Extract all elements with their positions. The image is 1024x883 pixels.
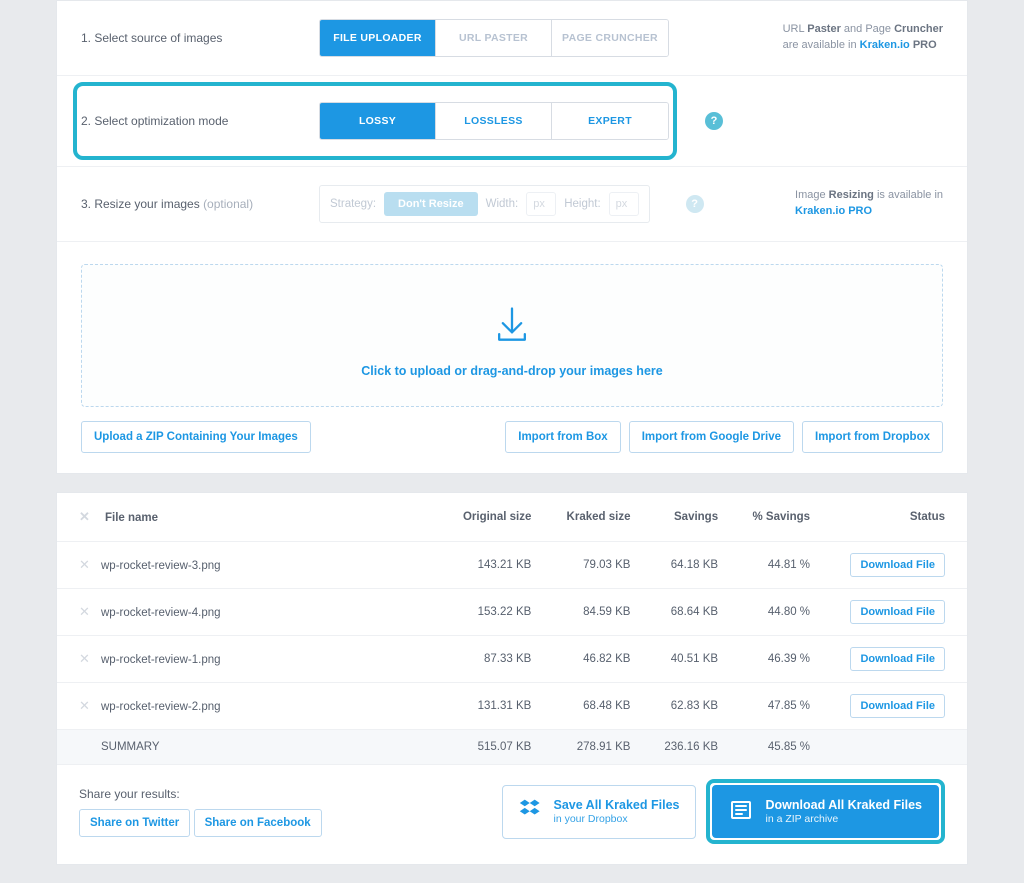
results-card: ✕ File name Original size Kraked size Sav… [56, 492, 968, 865]
th-savings: Savings [642, 493, 730, 542]
save-dropbox-sub: in your Dropbox [553, 813, 679, 825]
download-all-button[interactable]: Download All Kraked Files in a ZIP archi… [712, 785, 939, 838]
summary-save: 236.16 KB [642, 730, 730, 765]
pro-link[interactable]: Kraken.io PRO [860, 39, 937, 51]
step-3-note: Image Resizing is available in Kraken.io… [795, 188, 943, 220]
cell-kraked: 46.82 KB [543, 636, 642, 683]
th-kraked: Kraked size [543, 493, 642, 542]
cell-save: 40.51 KB [642, 636, 730, 683]
table-row: ✕ wp-rocket-review-4.png 153.22 KB 84.59 … [57, 589, 967, 636]
share-label: Share your results: [79, 787, 318, 801]
th-original: Original size [439, 493, 543, 542]
tab-lossy[interactable]: LOSSY [320, 103, 436, 139]
step-1-row: 1. Select source of images FILE UPLOADER… [57, 1, 967, 76]
width-label: Width: [486, 198, 519, 210]
share-twitter-button[interactable]: Share on Twitter [79, 809, 190, 837]
tab-url-paster[interactable]: URL PASTER [436, 20, 552, 56]
th-status: Status [822, 493, 967, 542]
remove-row-icon[interactable]: ✕ [79, 604, 93, 620]
cell-save: 68.64 KB [642, 589, 730, 636]
mode-tabs: LOSSY LOSSLESS EXPERT [319, 102, 669, 140]
step-2-row: 2. Select optimization mode LOSSY LOSSLE… [57, 76, 967, 167]
cell-kraked: 79.03 KB [543, 542, 642, 589]
remove-row-icon[interactable]: ✕ [79, 651, 93, 667]
th-filename: File name [105, 512, 158, 524]
import-gdrive-button[interactable]: Import from Google Drive [629, 421, 794, 453]
import-button-row: Upload a ZIP Containing Your Images Impo… [57, 421, 967, 473]
share-facebook-button[interactable]: Share on Facebook [194, 809, 322, 837]
table-row: ✕ wp-rocket-review-1.png 87.33 KB 46.82 K… [57, 636, 967, 683]
cell-pct: 47.85 % [730, 683, 822, 730]
download-file-button[interactable]: Download File [850, 600, 945, 624]
cell-save: 62.83 KB [642, 683, 730, 730]
tab-page-cruncher[interactable]: PAGE CRUNCHER [552, 20, 668, 56]
resize-controls: Strategy: Don't Resize Width: px Height:… [319, 185, 650, 223]
share-row: Share your results: Share on Twitter Sha… [57, 765, 967, 864]
height-label: Height: [564, 198, 600, 210]
cell-pct: 44.80 % [730, 589, 822, 636]
cell-kraked: 68.48 KB [543, 683, 642, 730]
remove-row-icon[interactable]: ✕ [79, 698, 93, 714]
tab-lossless[interactable]: LOSSLESS [436, 103, 552, 139]
download-file-button[interactable]: Download File [850, 553, 945, 577]
cell-filename: wp-rocket-review-2.png [101, 701, 221, 713]
download-arrow-icon [82, 303, 942, 350]
tab-file-uploader[interactable]: FILE UPLOADER [320, 20, 436, 56]
upload-dropzone[interactable]: Click to upload or drag-and-drop your im… [81, 264, 943, 407]
zip-archive-icon [729, 798, 753, 825]
download-highlight: Download All Kraked Files in a ZIP archi… [706, 779, 945, 844]
save-dropbox-title: Save All Kraked Files [553, 798, 679, 813]
table-row: ✕ wp-rocket-review-2.png 131.31 KB 68.48 … [57, 683, 967, 730]
results-table: ✕ File name Original size Kraked size Sav… [57, 493, 967, 765]
upload-zip-button[interactable]: Upload a ZIP Containing Your Images [81, 421, 311, 453]
width-input[interactable]: px [526, 192, 556, 216]
cell-filename: wp-rocket-review-3.png [101, 560, 221, 572]
strategy-label: Strategy: [330, 198, 376, 210]
step-1-label: 1. Select source of images [81, 31, 301, 45]
cell-kraked: 84.59 KB [543, 589, 642, 636]
clear-all-icon[interactable]: ✕ [79, 509, 97, 525]
summary-kraked: 278.91 KB [543, 730, 642, 765]
dropbox-icon [519, 798, 541, 826]
help-icon[interactable]: ? [705, 112, 723, 130]
save-dropbox-button[interactable]: Save All Kraked Files in your Dropbox [502, 785, 696, 839]
summary-pct: 45.85 % [730, 730, 822, 765]
table-row: ✕ wp-rocket-review-3.png 143.21 KB 79.03 … [57, 542, 967, 589]
dropzone-text: Click to upload or drag-and-drop your im… [82, 364, 942, 378]
tab-expert[interactable]: EXPERT [552, 103, 668, 139]
cell-orig: 153.22 KB [439, 589, 543, 636]
share-block: Share your results: Share on Twitter Sha… [79, 787, 322, 837]
cell-filename: wp-rocket-review-4.png [101, 607, 221, 619]
import-box-button[interactable]: Import from Box [505, 421, 620, 453]
step-1-note: URL Paster and Page Cruncher are availab… [783, 22, 943, 54]
summary-row: SUMMARY 515.07 KB 278.91 KB 236.16 KB 45… [57, 730, 967, 765]
summary-label: SUMMARY [57, 730, 439, 765]
cell-orig: 143.21 KB [439, 542, 543, 589]
strategy-value[interactable]: Don't Resize [384, 192, 478, 216]
cell-orig: 87.33 KB [439, 636, 543, 683]
cell-filename: wp-rocket-review-1.png [101, 654, 221, 666]
help-icon[interactable]: ? [686, 195, 704, 213]
remove-row-icon[interactable]: ✕ [79, 557, 93, 573]
download-file-button[interactable]: Download File [850, 694, 945, 718]
summary-orig: 515.07 KB [439, 730, 543, 765]
cell-orig: 131.31 KB [439, 683, 543, 730]
step-2-label: 2. Select optimization mode [81, 114, 301, 128]
download-file-button[interactable]: Download File [850, 647, 945, 671]
pro-link[interactable]: Kraken.io PRO [795, 205, 872, 217]
import-dropbox-button[interactable]: Import from Dropbox [802, 421, 943, 453]
height-input[interactable]: px [609, 192, 639, 216]
cell-pct: 44.81 % [730, 542, 822, 589]
cell-pct: 46.39 % [730, 636, 822, 683]
th-pct: % Savings [730, 493, 822, 542]
step-3-row: 3. Resize your images (optional) Strateg… [57, 167, 967, 242]
download-all-sub: in a ZIP archive [765, 813, 922, 825]
step-3-label: 3. Resize your images (optional) [81, 197, 301, 211]
source-tabs: FILE UPLOADER URL PASTER PAGE CRUNCHER [319, 19, 669, 57]
cell-save: 64.18 KB [642, 542, 730, 589]
download-all-title: Download All Kraked Files [765, 798, 922, 813]
